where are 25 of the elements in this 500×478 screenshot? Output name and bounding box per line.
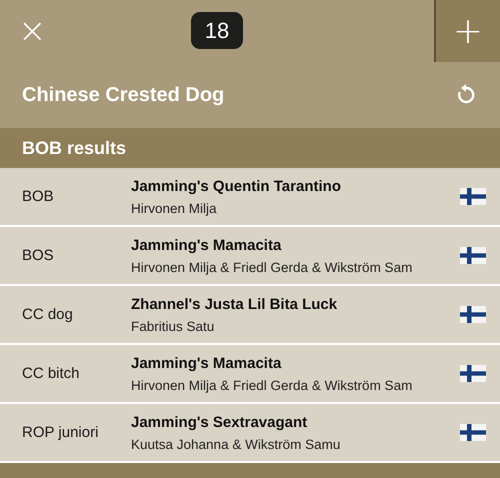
add-button[interactable]: + <box>434 0 500 62</box>
breed-title: Chinese Crested Dog <box>22 84 224 106</box>
dog-name: Zhannel's Justa Lil Bita Luck <box>131 296 338 312</box>
dog-name: Jamming's Mamacita <box>131 236 282 254</box>
dog-name: Jamming's Mamacita <box>131 354 282 372</box>
flag-icon <box>460 306 486 323</box>
section-header: BOB results <box>0 128 500 168</box>
dog-name: Jamming's Quentin Tarantino <box>131 178 342 194</box>
owner-names: Hirvonen Milja <box>131 200 218 216</box>
count-badge: 18 <box>191 12 243 49</box>
award-label: CC dog <box>21 306 74 323</box>
award-label: BOB <box>21 188 55 205</box>
award-label: BOS <box>21 247 55 264</box>
owner-names: Kuutsa Johanna & Wikström Samu <box>131 436 342 452</box>
award-label: ROP juniori <box>21 424 100 441</box>
flag-icon <box>460 188 486 205</box>
flag-icon <box>460 247 486 264</box>
owner-names: Hirvonen Milja & Friedl Gerda & Wikström Sam <box>131 260 414 274</box>
award-label: CC bitch <box>21 365 81 382</box>
dog-name: Jamming's Sextravagant <box>131 414 308 430</box>
owner-names: Fabritius Satu <box>131 318 216 334</box>
flag-icon <box>460 424 486 441</box>
refresh-icon[interactable] <box>456 84 476 106</box>
flag-icon <box>460 365 486 382</box>
owner-names: Hirvonen Milja & Friedl Gerda & Wikström Sam <box>131 378 414 392</box>
